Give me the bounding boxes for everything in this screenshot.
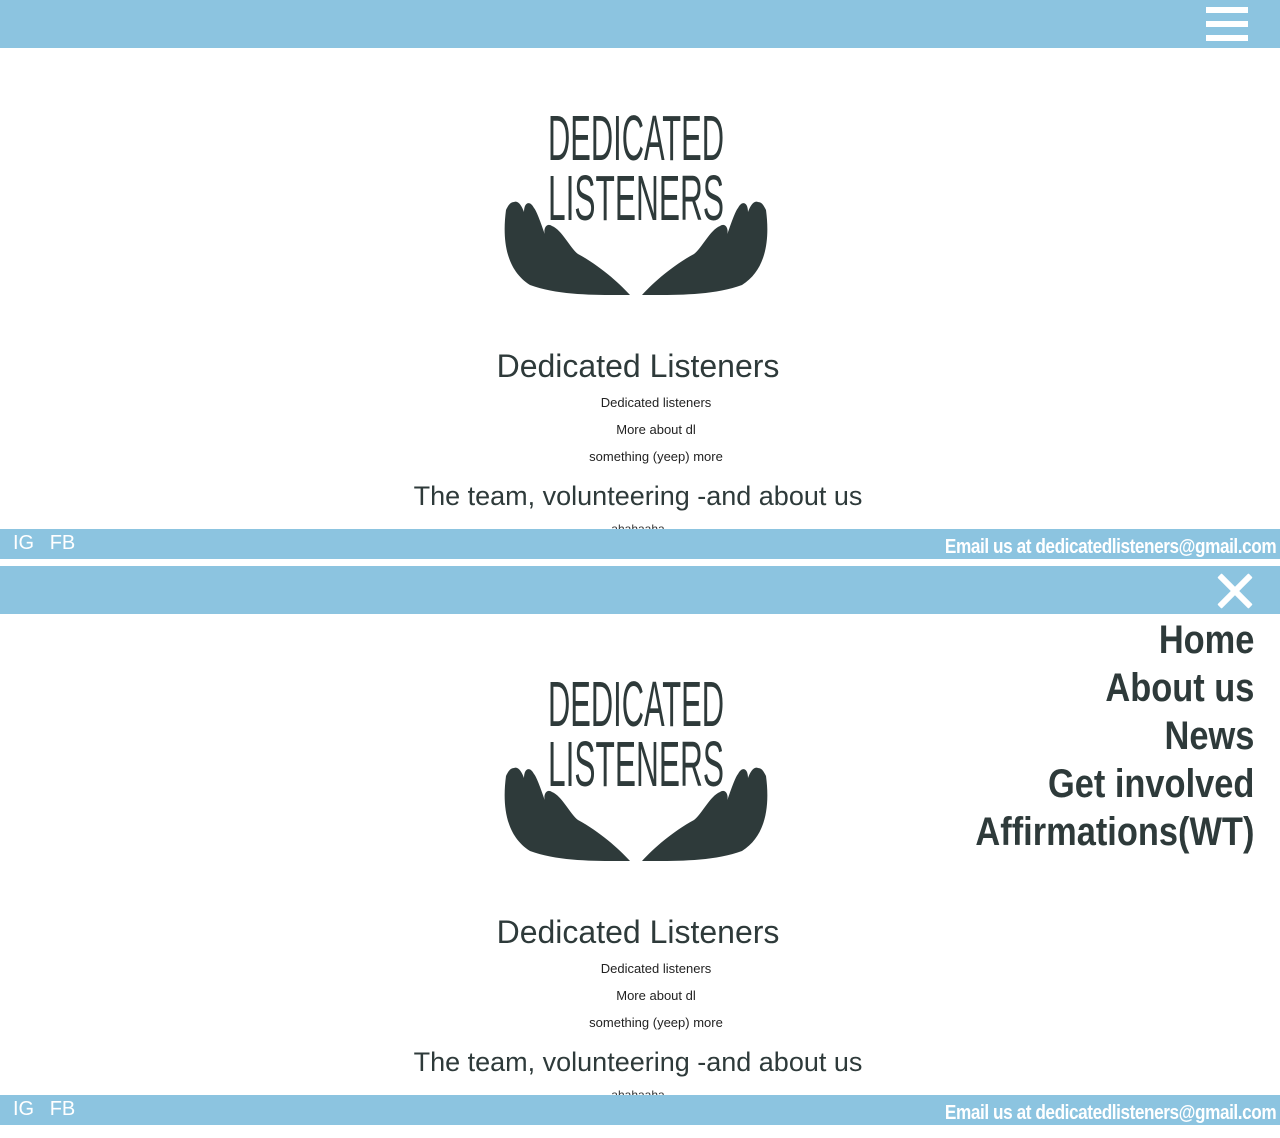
facebook-link[interactable]: FB xyxy=(50,1098,76,1120)
subtitle-3: something (yeep) more xyxy=(589,449,723,464)
nav-item-news[interactable]: News xyxy=(975,712,1254,760)
page-title: Dedicated Listeners xyxy=(496,914,780,950)
subtitle-1: Dedicated listeners xyxy=(600,395,712,410)
nav-menu: Home About us News Get involved Affirmat… xyxy=(930,616,1254,856)
close-icon[interactable] xyxy=(1216,571,1254,609)
hamburger-icon[interactable] xyxy=(1206,7,1248,41)
top-bar xyxy=(0,0,1280,48)
footer-bar: IG FB Email us at dedicatedlisteners@gma… xyxy=(0,529,1280,559)
logo-line2: LISTENERS xyxy=(548,728,724,800)
instagram-link[interactable]: IG xyxy=(13,1098,34,1120)
nav-item-about-us[interactable]: About us xyxy=(975,664,1254,712)
facebook-link[interactable]: FB xyxy=(50,532,76,554)
section-heading: The team, volunteering -and about us xyxy=(413,481,863,511)
subtitle-2: More about dl xyxy=(616,988,696,1003)
instagram-link[interactable]: IG xyxy=(13,532,34,554)
nav-item-get-involved[interactable]: Get involved xyxy=(975,760,1254,808)
email-link[interactable]: Email us at dedicatedlisteners@gmail.com xyxy=(945,536,1277,559)
subtitle-3: something (yeep) more xyxy=(589,1015,723,1030)
site-logo: DEDICATED LISTENERS xyxy=(500,70,772,332)
top-bar xyxy=(0,566,1280,614)
page-title: Dedicated Listeners xyxy=(496,348,780,384)
screen-menu-open: DEDICATED LISTENERS Home About us News G… xyxy=(0,566,1280,1130)
social-links: IG FB xyxy=(13,1098,85,1121)
logo-line2: LISTENERS xyxy=(548,162,724,234)
site-logo: DEDICATED LISTENERS xyxy=(500,636,772,898)
nav-item-home[interactable]: Home xyxy=(975,616,1254,664)
nav-item-affirmations[interactable]: Affirmations(WT) xyxy=(975,808,1254,856)
subtitle-1: Dedicated listeners xyxy=(600,961,712,976)
section-heading: The team, volunteering -and about us xyxy=(413,1047,863,1077)
screen-menu-closed: DEDICATED LISTENERS Dedicated Listeners … xyxy=(0,0,1280,560)
footer-bar: IG FB Email us at dedicatedlisteners@gma… xyxy=(0,1095,1280,1125)
subtitle-2: More about dl xyxy=(616,422,696,437)
email-link[interactable]: Email us at dedicatedlisteners@gmail.com xyxy=(945,1102,1277,1125)
social-links: IG FB xyxy=(13,532,85,555)
